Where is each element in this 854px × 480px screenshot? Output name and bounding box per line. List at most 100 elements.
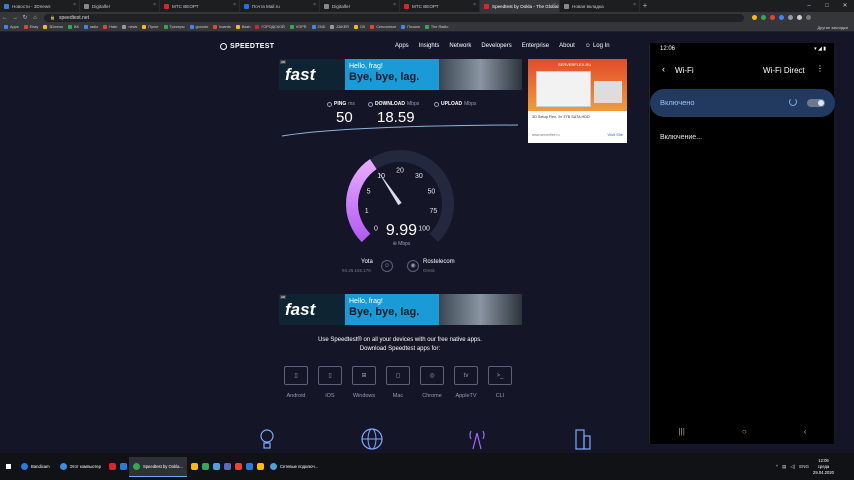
home-button[interactable]: ○	[742, 427, 747, 436]
new-tab-button[interactable]: +	[640, 0, 650, 12]
bookmark-item[interactable]: news	[122, 25, 137, 29]
nav-network[interactable]: Network	[449, 43, 471, 49]
browser-tab[interactable]: Digitalfer ×	[320, 0, 400, 12]
bookmark-item[interactable]: radio	[83, 25, 98, 29]
tab-close-icon[interactable]: ×	[633, 2, 636, 8]
extension-icon[interactable]	[770, 15, 775, 20]
login-link[interactable]: ☺ Log In	[585, 43, 610, 49]
app-mac[interactable]: ◻ Mac	[386, 366, 410, 399]
home-icon[interactable]: ⌂	[30, 15, 40, 21]
browser-tab[interactable]: Новости - 3Dnews ×	[0, 0, 80, 12]
tab-close-icon[interactable]: ×	[393, 2, 396, 8]
recents-button[interactable]: |||	[679, 427, 685, 436]
speedtest-logo[interactable]: SPEEDTEST	[220, 43, 274, 50]
app-appletv[interactable]: tv AppleTV	[454, 366, 478, 399]
taskbar-window[interactable]: Этот компьютер	[56, 457, 105, 477]
bookmark-item[interactable]: The Radio	[424, 25, 448, 29]
extension-icon[interactable]	[788, 15, 793, 20]
menu-icon[interactable]	[806, 15, 811, 20]
minimize-button[interactable]: –	[800, 0, 818, 12]
app-android[interactable]: ▯ Android	[284, 366, 308, 399]
bookmark-item[interactable]: ВК	[68, 25, 79, 29]
reload-icon[interactable]: ↻	[20, 14, 30, 21]
banner-ad-top[interactable]: fast AD Hello, frag! Bye, bye, lag.	[279, 59, 522, 90]
browser-tab[interactable]: Почта Mail.ru ×	[240, 0, 320, 12]
bookmark-item[interactable]: Bash	[235, 25, 250, 29]
phone-back-icon[interactable]: ‹	[662, 64, 665, 74]
taskbar-pinned-app[interactable]	[189, 457, 200, 477]
bookmark-item[interactable]: ZAKER	[330, 25, 349, 29]
wifi-toggle[interactable]	[807, 99, 825, 107]
forward-icon[interactable]: →	[10, 15, 20, 21]
app-cli[interactable]: >_ CLI	[488, 366, 512, 399]
taskbar-pinned-app[interactable]	[118, 457, 129, 477]
extension-icon[interactable]	[761, 15, 766, 20]
browser-tab[interactable]: МТС ВЕОРТ ×	[160, 0, 240, 12]
bookmark-item[interactable]: Habr	[103, 25, 117, 29]
taskbar-pinned-app[interactable]	[200, 457, 211, 477]
tray-chevron-icon[interactable]: ^	[776, 464, 778, 469]
browser-tab[interactable]: Новая вкладка ×	[560, 0, 640, 12]
phone-nav-back-button[interactable]: ‹	[804, 427, 807, 436]
side-ad[interactable]: SERVERFLEX.RU 3D Setup Flex. 2x 3TB SATA…	[528, 59, 627, 143]
phone-more-icon[interactable]: ⋮	[816, 64, 824, 73]
bookmark-item[interactable]: 3Dnews	[43, 25, 63, 29]
tab-close-icon[interactable]: ×	[233, 2, 236, 8]
tab-close-icon[interactable]: ×	[553, 2, 556, 8]
tab-close-icon[interactable]: ×	[473, 2, 476, 8]
taskbar-pinned-app[interactable]	[233, 457, 244, 477]
bookmark-item[interactable]: ОК	[354, 25, 365, 29]
extension-icon[interactable]	[779, 15, 784, 20]
bookmark-item[interactable]: boards	[213, 25, 231, 29]
star-icon[interactable]	[752, 15, 757, 20]
browser-tab[interactable]: Speedtest by Ookla - The Global... ×	[480, 0, 560, 12]
tab-close-icon[interactable]: ×	[73, 2, 76, 8]
server-name[interactable]: Rostelecom	[423, 259, 455, 265]
app-ios[interactable]: ▯ iOS	[318, 366, 342, 399]
taskbar-window[interactable]: Bandicam	[17, 457, 54, 477]
language-indicator[interactable]: ENG	[799, 464, 809, 469]
network-icon[interactable]: ▤	[782, 464, 786, 470]
nav-apps[interactable]: Apps	[395, 43, 409, 49]
close-button[interactable]: ✕	[836, 0, 854, 12]
banner-ad-bottom[interactable]: fast AD Hello, frag! Bye, bye, lag.	[279, 294, 522, 325]
bookmark-item[interactable]: ГОРОДСКОЙ	[255, 25, 285, 29]
side-ad-visit[interactable]: Visit Site	[608, 132, 624, 137]
wifi-master-switch[interactable]: Включено	[650, 89, 835, 117]
other-bookmarks[interactable]: Другие закладки	[817, 25, 848, 30]
address-input[interactable]: 🔒 speedtest.net	[44, 13, 744, 22]
volume-icon[interactable]: ◁)	[790, 464, 795, 470]
maximize-button[interactable]: □	[818, 0, 836, 12]
browser-tab[interactable]: МТС ВЕОРТ ×	[400, 0, 480, 12]
taskbar-pinned-app[interactable]	[255, 457, 266, 477]
profile-avatar[interactable]	[797, 15, 802, 20]
bookmark-item[interactable]: Пульт	[142, 25, 159, 29]
bookmark-item[interactable]: Трекеры	[163, 25, 185, 29]
bookmark-item[interactable]: gooodo	[189, 25, 208, 29]
bookmark-item[interactable]: Ebay	[23, 25, 38, 29]
nav-developers[interactable]: Developers	[481, 43, 511, 49]
tab-close-icon[interactable]: ×	[313, 2, 316, 8]
bookmark-item[interactable]: Почкин	[401, 25, 420, 29]
bookmark-item[interactable]: Apps	[4, 25, 19, 29]
wifi-direct-link[interactable]: Wi-Fi Direct	[763, 66, 805, 75]
taskbar-pinned-app[interactable]	[244, 457, 255, 477]
bookmark-item[interactable]: Сенсонные	[370, 25, 396, 29]
taskbar-window[interactable]: Speedtest by Ookla...	[128, 456, 187, 477]
taskbar-pinned-app[interactable]	[211, 457, 222, 477]
start-button[interactable]	[0, 453, 17, 480]
bookmark-item[interactable]: VOPR	[289, 25, 307, 29]
taskbar-pinned-app[interactable]	[222, 457, 233, 477]
back-icon[interactable]: ←	[0, 15, 10, 21]
bookmark-item[interactable]: ZND	[311, 25, 325, 29]
nav-insights[interactable]: Insights	[419, 43, 440, 49]
clock[interactable]: 12:06 среда 29.04.2020	[813, 458, 834, 476]
taskbar-pinned-app[interactable]	[107, 457, 118, 477]
browser-tab[interactable]: Digitalfer ×	[80, 0, 160, 12]
server-icon[interactable]: ◉	[407, 260, 419, 272]
nav-about[interactable]: About	[559, 43, 575, 49]
tab-close-icon[interactable]: ×	[153, 2, 156, 8]
app-chrome[interactable]: ◎ Chrome	[420, 366, 444, 399]
app-windows[interactable]: ⊞ Windows	[352, 366, 376, 399]
taskbar-window[interactable]: Сетевые подключ...	[266, 457, 322, 477]
